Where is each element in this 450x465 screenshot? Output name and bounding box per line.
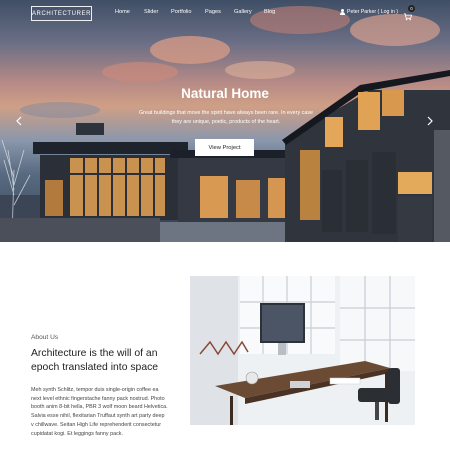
nav-item-blog[interactable]: Blog	[264, 9, 275, 15]
nav-item-portfolio[interactable]: Portfolio	[171, 9, 192, 15]
about-text: Meh synth Schlitz, tempor duis single-or…	[31, 387, 168, 437]
slider-next-button[interactable]	[427, 116, 435, 126]
view-project-button[interactable]: View Project	[195, 139, 254, 156]
workspace-photo	[190, 276, 415, 425]
cart-count-badge: 0	[408, 5, 415, 12]
nav-item-home[interactable]: Home	[115, 9, 130, 15]
hero-subtitle: Great buildings that move the spirit hav…	[138, 110, 314, 125]
about-label: About Us	[31, 334, 59, 341]
top-navigation: ARCHITECTURER Home Slider Portfolio Page…	[0, 0, 450, 28]
site-logo[interactable]: ARCHITECTURER	[31, 6, 92, 21]
cart-button[interactable]: 0	[403, 5, 415, 21]
nav-item-pages[interactable]: Pages	[205, 9, 221, 15]
login-link-label: Peter Parker ( Log in )	[347, 9, 399, 15]
chevron-right-icon	[427, 116, 433, 126]
about-heading: Architecture is the will of an epoch tra…	[31, 348, 159, 373]
hero-slider: ARCHITECTURER Home Slider Portfolio Page…	[0, 0, 450, 242]
user-icon	[340, 9, 345, 15]
cart-icon	[403, 13, 413, 21]
nav-item-gallery[interactable]: Gallery	[234, 9, 252, 15]
hero-title: Natural Home	[181, 86, 269, 101]
slider-prev-button[interactable]	[16, 116, 24, 126]
chevron-left-icon	[16, 116, 22, 126]
login-link[interactable]: Peter Parker ( Log in )	[340, 9, 398, 15]
nav-item-slider[interactable]: Slider	[144, 9, 158, 15]
